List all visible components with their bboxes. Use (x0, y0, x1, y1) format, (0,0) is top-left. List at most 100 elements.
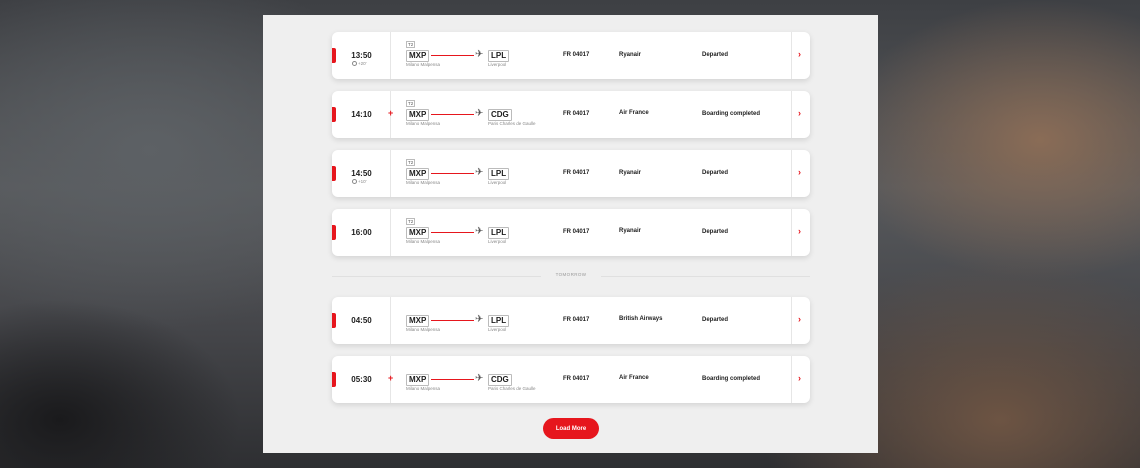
origin-city: Milano Malpensa (406, 62, 441, 67)
origin-code: MXP (406, 227, 430, 239)
delay-value: +10' (358, 179, 367, 184)
chevron-right-icon[interactable]: › (798, 314, 801, 324)
destination-code: CDG (488, 374, 512, 386)
flight-status: Departed (702, 52, 729, 58)
airline-name: Air France (619, 375, 649, 381)
departure-time: 14:50 (351, 169, 372, 178)
chevron-right-icon[interactable]: › (798, 167, 801, 177)
plane-icon: ✈ (475, 226, 484, 237)
destination-city: Liverpool (488, 239, 507, 244)
terminal-badge: T2 (406, 218, 416, 225)
origin-code: MXP (406, 315, 430, 327)
card-divider (791, 150, 792, 197)
terminal-badge: T2 (406, 100, 416, 107)
plus-icon[interactable]: + (388, 374, 393, 383)
flight-number: FR 04017 (563, 376, 590, 382)
airline-name: Ryanair (619, 52, 642, 58)
route-line (431, 55, 474, 56)
departure-time: 05:30 (351, 375, 372, 384)
flight-card[interactable]: 14:50 +10' T2 MXP Milano Malpensa ✈ LPL … (332, 150, 810, 197)
origin-code: MXP (406, 374, 430, 386)
flight-number: FR 04017 (563, 317, 590, 323)
card-accent-tab (332, 166, 336, 181)
card-divider (390, 209, 391, 256)
card-divider (791, 91, 792, 138)
card-accent-tab (332, 225, 336, 240)
card-accent-tab (332, 313, 336, 328)
destination-city: Liverpool (488, 180, 507, 185)
airline-name: Ryanair (619, 170, 642, 176)
flight-status: Departed (702, 317, 729, 323)
card-accent-tab (332, 48, 336, 63)
flight-number: FR 04017 (563, 52, 590, 58)
plus-icon[interactable]: + (388, 109, 393, 118)
departure-time: 04:50 (351, 316, 372, 325)
flight-card[interactable]: 04:50 MXP Milano Malpensa ✈ LPL Liverpoo… (332, 297, 810, 344)
card-divider (390, 32, 391, 79)
card-divider (791, 209, 792, 256)
chevron-right-icon[interactable]: › (798, 373, 801, 383)
destination-code: LPL (488, 50, 510, 62)
flight-status: Departed (702, 229, 729, 235)
plane-icon: ✈ (475, 314, 484, 325)
route-line (431, 379, 474, 380)
card-accent-tab (332, 107, 336, 122)
origin-city: Milano Malpensa (406, 121, 441, 126)
route-line (431, 114, 474, 115)
delay-indicator: +20' (352, 61, 367, 66)
destination-city: Liverpool (488, 62, 507, 67)
card-divider (390, 150, 391, 197)
clock-icon (352, 179, 357, 184)
chevron-right-icon[interactable]: › (798, 226, 801, 236)
airline-name: Air France (619, 110, 649, 116)
plane-icon: ✈ (475, 49, 484, 60)
terminal-badge: T2 (406, 159, 416, 166)
destination-code: LPL (488, 168, 510, 180)
departure-time: 16:00 (351, 228, 372, 237)
route-line (431, 173, 474, 174)
card-divider (791, 356, 792, 403)
chevron-right-icon[interactable]: › (798, 49, 801, 59)
flight-number: FR 04017 (563, 170, 590, 176)
origin-city: Milano Malpensa (406, 386, 441, 391)
origin-code: MXP (406, 50, 430, 62)
airline-name: British Airways (619, 316, 663, 322)
origin-code: MXP (406, 109, 430, 121)
flight-card[interactable]: 16:00 T2 MXP Milano Malpensa ✈ LPL Liver… (332, 209, 810, 256)
origin-city: Milano Malpensa (406, 327, 441, 332)
plane-icon: ✈ (475, 108, 484, 119)
flight-number: FR 04017 (563, 111, 590, 117)
flight-number: FR 04017 (563, 229, 590, 235)
destination-code: CDG (488, 109, 512, 121)
origin-city: Milano Malpensa (406, 180, 441, 185)
destination-city: Paris Charles de Gaulle (488, 121, 536, 126)
flight-status: Departed (702, 170, 729, 176)
departure-time: 13:50 (351, 51, 372, 60)
destination-code: LPL (488, 315, 510, 327)
route-line (431, 232, 474, 233)
load-more-button[interactable]: Load More (543, 418, 599, 439)
origin-city: Milano Malpensa (406, 239, 441, 244)
origin-code: MXP (406, 168, 430, 180)
flight-status: Boarding completed (702, 376, 761, 382)
card-divider (791, 32, 792, 79)
destination-city: Liverpool (488, 327, 507, 332)
card-divider (791, 297, 792, 344)
departure-time: 14:10 (351, 110, 372, 119)
terminal-badge: T2 (406, 41, 416, 48)
delay-indicator: +10' (352, 179, 367, 184)
destination-code: LPL (488, 227, 510, 239)
airline-name: Ryanair (619, 228, 642, 234)
flight-card[interactable]: 05:30 + MXP Milano Malpensa ✈ CDG Paris … (332, 356, 810, 403)
plane-icon: ✈ (475, 373, 484, 384)
plane-icon: ✈ (475, 167, 484, 178)
delay-value: +20' (358, 61, 367, 66)
chevron-right-icon[interactable]: › (798, 108, 801, 118)
card-divider (390, 297, 391, 344)
destination-city: Paris Charles de Gaulle (488, 386, 536, 391)
card-accent-tab (332, 372, 336, 387)
flight-card[interactable]: 13:50 +20' T2 MXP Milano Malpensa ✈ LPL … (332, 32, 810, 79)
flight-card[interactable]: 14:10 + T2 MXP Milano Malpensa ✈ CDG Par… (332, 91, 810, 138)
route-line (431, 320, 474, 321)
day-separator-label: TOMORROW (541, 272, 601, 277)
